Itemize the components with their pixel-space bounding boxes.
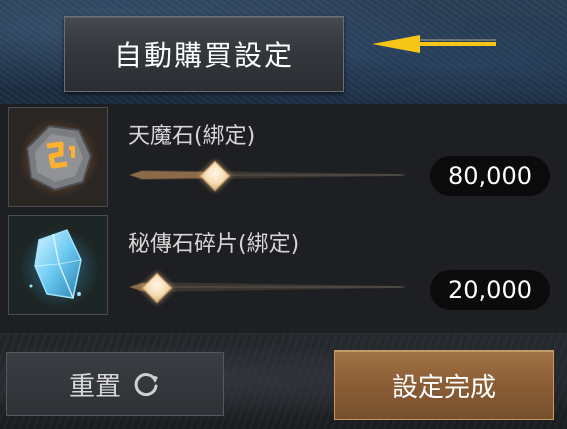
quantity-slider-handle[interactable]: [199, 160, 231, 192]
quantity-value: 20,000: [430, 270, 550, 310]
quantity-slider-track[interactable]: [128, 170, 408, 180]
pointer-arrow-icon: [372, 35, 496, 53]
item-row-secret-stone-shard: 秘傳石碎片(綁定) 20,000: [0, 212, 567, 316]
secret-stone-shard-icon: [8, 215, 108, 315]
auto-purchase-settings-button[interactable]: 自動購買設定: [64, 16, 344, 92]
auto-purchase-settings-label: 自動購買設定: [113, 39, 294, 72]
quantity-value: 80,000: [430, 156, 550, 196]
item-name-label: 秘傳石碎片(綁定): [128, 232, 300, 257]
reset-label: 重置: [68, 371, 121, 402]
item-name-label: 天魔石(綁定): [128, 124, 256, 149]
confirm-settings-label: 設定完成: [391, 372, 496, 403]
auto-purchase-settings-window: 自動購買設定 天魔石(綁定) 80,000 秘傳石碎片(綁定) 20,000 重…: [0, 0, 567, 429]
quantity-slider-handle[interactable]: [141, 272, 173, 304]
confirm-settings-button[interactable]: 設定完成: [334, 350, 554, 420]
demon-stone-icon: [8, 107, 108, 207]
reset-button[interactable]: 重置: [6, 352, 224, 416]
item-row-demon-stone: 天魔石(綁定) 80,000: [0, 104, 567, 208]
refresh-icon: [134, 373, 158, 396]
